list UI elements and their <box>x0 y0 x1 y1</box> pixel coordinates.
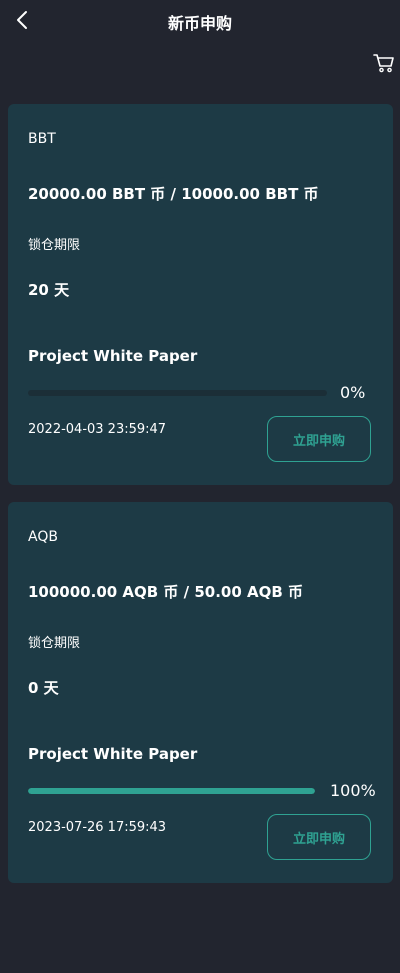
lock-period-label: 锁仓期限 <box>28 238 81 253</box>
progress-percent: 0% <box>340 383 366 402</box>
coin-name: BBT <box>28 131 56 147</box>
progress-bar <box>28 788 315 794</box>
subscription-page: 新币申购 BBT 20000.00 BBT 币 / 10000.00 BBT 币… <box>0 0 400 973</box>
nav-bar: 新币申购 <box>0 0 400 44</box>
progress-bar <box>28 390 327 396</box>
lock-period-value: 0 天 <box>28 679 59 697</box>
back-button[interactable] <box>10 10 34 34</box>
lock-period-value: 20 天 <box>28 281 70 299</box>
progress-percent: 100% <box>330 781 376 800</box>
lock-period-label: 锁仓期限 <box>28 636 81 651</box>
white-paper-link[interactable]: Project White Paper <box>28 347 197 365</box>
page-title: 新币申购 <box>167 14 232 33</box>
subscription-card: BBT 20000.00 BBT 币 / 10000.00 BBT 币 锁仓期限… <box>8 104 393 485</box>
cart-icon <box>373 53 395 78</box>
subscribe-button[interactable]: 立即申购 <box>267 416 371 462</box>
coin-name: AQB <box>28 529 58 545</box>
end-date: 2023-07-26 17:59:43 <box>28 820 167 835</box>
subscription-card: AQB 100000.00 AQB 币 / 50.00 AQB 币 锁仓期限 0… <box>8 502 393 883</box>
cart-button[interactable] <box>372 53 396 78</box>
white-paper-link[interactable]: Project White Paper <box>28 745 197 763</box>
subscription-amount: 20000.00 BBT 币 / 10000.00 BBT 币 <box>28 185 319 203</box>
subscribe-button[interactable]: 立即申购 <box>267 814 371 860</box>
chevron-left-icon <box>15 10 29 35</box>
subscription-amount: 100000.00 AQB 币 / 50.00 AQB 币 <box>28 583 304 601</box>
end-date: 2022-04-03 23:59:47 <box>28 422 167 437</box>
progress-fill <box>28 788 315 794</box>
